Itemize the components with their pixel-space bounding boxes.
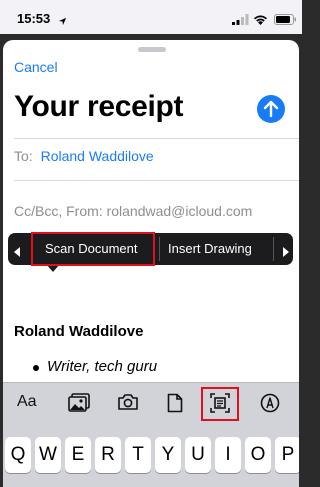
key-e[interactable]: E (65, 437, 91, 473)
markup-icon[interactable] (260, 393, 280, 418)
to-label: To: (14, 148, 33, 164)
wifi-icon (253, 12, 268, 30)
key-i[interactable]: I (215, 437, 241, 473)
scan-document-highlight-box (31, 232, 155, 266)
scan-icon-highlight-box (201, 387, 239, 421)
document-icon[interactable] (167, 393, 183, 418)
battery-icon (274, 12, 297, 30)
location-arrow-icon (58, 13, 67, 31)
send-button[interactable] (257, 95, 285, 123)
camera-icon[interactable] (117, 393, 139, 416)
signature-name: Roland Waddilove (14, 323, 144, 340)
status-bar: 15:53 (0, 0, 302, 34)
page-title: Your receipt (14, 90, 184, 123)
divider (14, 138, 299, 139)
status-time: 15:53 (17, 11, 51, 26)
key-q[interactable]: Q (5, 437, 31, 473)
key-o[interactable]: O (245, 437, 271, 473)
compose-sheet: Cancel Your receipt To: Roland Waddilove… (3, 40, 299, 487)
photo-library-icon[interactable] (68, 393, 90, 418)
bullet-text: Writer, tech guru (47, 358, 158, 375)
to-field[interactable]: To: Roland Waddilove (14, 148, 154, 164)
cancel-button[interactable]: Cancel (14, 59, 58, 75)
menu-separator (159, 237, 160, 261)
key-w[interactable]: W (35, 437, 61, 473)
key-t[interactable]: T (125, 437, 151, 473)
key-y[interactable]: Y (155, 437, 181, 473)
keyboard: Q W E R T Y U I O P (3, 425, 299, 487)
key-u[interactable]: U (185, 437, 211, 473)
insert-drawing-menu-item[interactable]: Insert Drawing (168, 241, 252, 256)
key-p[interactable]: P (275, 437, 299, 473)
cellular-signal-icon (232, 12, 249, 30)
key-r[interactable]: R (95, 437, 121, 473)
menu-next-arrow-icon[interactable] (282, 244, 289, 262)
menu-previous-arrow-icon[interactable] (14, 244, 21, 262)
bullet-point (33, 365, 39, 371)
arrow-up-icon (263, 100, 279, 118)
cc-bcc-from-field[interactable]: Cc/Bcc, From: rolandwad@icloud.com (14, 203, 252, 219)
to-recipient[interactable]: Roland Waddilove (41, 148, 154, 164)
menu-separator (273, 237, 274, 261)
format-toolbar: Aa (3, 382, 299, 425)
divider (14, 180, 299, 181)
sheet-grabber[interactable] (138, 47, 166, 52)
text-format-button[interactable]: Aa (17, 393, 37, 411)
